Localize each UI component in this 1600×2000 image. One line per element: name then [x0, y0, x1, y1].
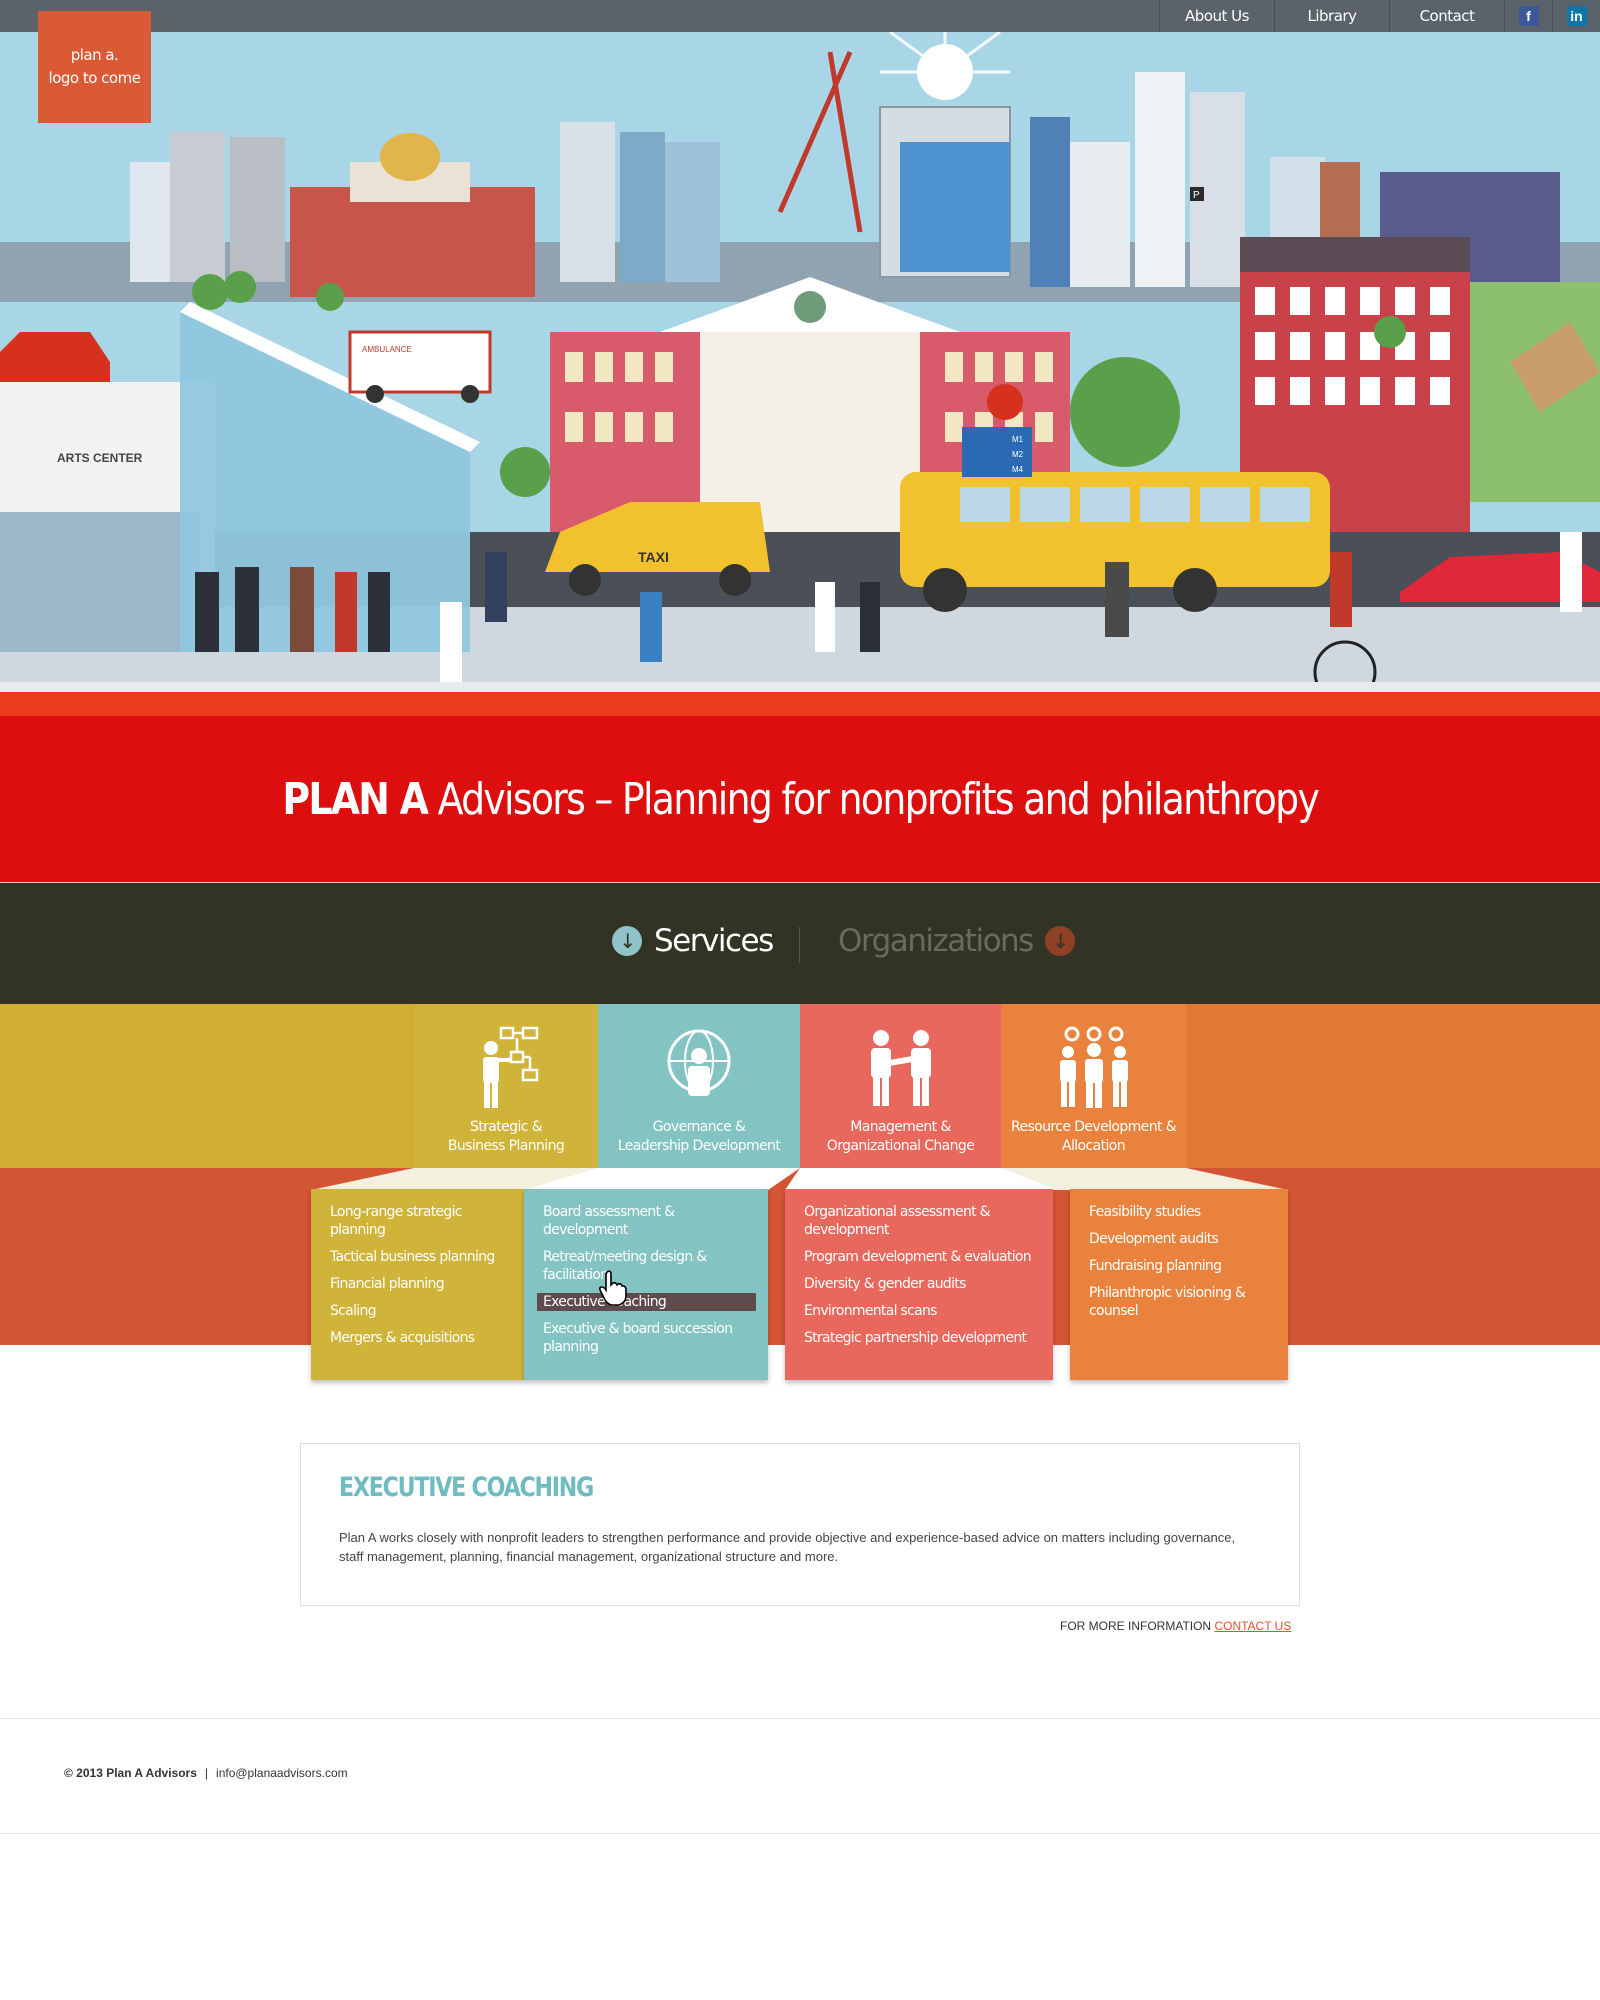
linkedin-link[interactable]: in: [1552, 0, 1600, 32]
flowchart-person-icon: [471, 1022, 541, 1114]
service-link[interactable]: Organizational assessment & development: [798, 1203, 1041, 1239]
service-link[interactable]: Long-range strategic planning: [324, 1203, 512, 1239]
category-label-line: Leadership Development: [617, 1138, 781, 1154]
panel-management-change: Organizational assessment & development …: [785, 1189, 1053, 1380]
category-label-line: Governance &: [652, 1119, 746, 1135]
hero-bus-route-m1: M1: [1012, 435, 1024, 444]
category-label-line: Strategic &: [469, 1119, 543, 1135]
globe-person-icon: [664, 1022, 734, 1114]
service-link[interactable]: Scaling: [324, 1302, 512, 1320]
footer-separator: |: [204, 1766, 209, 1780]
hand-cursor-icon: [598, 1270, 627, 1306]
arrow-down-icon: ↓: [612, 926, 642, 956]
service-link[interactable]: Diversity & gender audits: [798, 1275, 1041, 1293]
tab-organizations[interactable]: Organizations ↓: [838, 923, 1075, 959]
logo-line-1: plan a.: [70, 46, 119, 64]
category-resource-development[interactable]: Resource Development & Allocation: [1001, 1004, 1186, 1168]
hero-bus-route-m2: M2: [1012, 450, 1024, 459]
service-link[interactable]: Tactical business planning: [324, 1248, 512, 1266]
category-label: Resource Development & Allocation: [1010, 1118, 1177, 1156]
service-link[interactable]: Retreat/meeting design & facilitation: [537, 1248, 756, 1284]
tab-services-label: Services: [654, 923, 774, 959]
site-logo[interactable]: plan a. logo to come: [38, 11, 151, 123]
hero-bus-route-m4: M4: [1012, 465, 1024, 474]
service-link[interactable]: Strategic partnership development: [798, 1329, 1041, 1347]
category-governance-leadership[interactable]: Governance & Leadership Development: [598, 1004, 800, 1168]
nav-about-us[interactable]: About Us: [1159, 0, 1274, 32]
tagline-banner: PLAN A Advisors – Planning for nonprofit…: [0, 716, 1600, 882]
tab-organizations-label: Organizations: [838, 923, 1034, 959]
banner-top-strip: [0, 692, 1600, 716]
service-link[interactable]: Feasibility studies: [1083, 1203, 1276, 1221]
service-link[interactable]: Development audits: [1083, 1230, 1276, 1248]
category-label-line: Allocation: [1061, 1138, 1126, 1154]
footer-email-link[interactable]: info@planaadvisors.com: [216, 1766, 348, 1780]
service-link[interactable]: Philanthropic visioning & counsel: [1083, 1284, 1276, 1320]
category-management-change[interactable]: Management & Organizational Change: [800, 1004, 1001, 1168]
brand-tagline: Advisors – Planning for nonprofits and p…: [427, 773, 1319, 825]
top-nav-links: About Us Library Contact f in: [1159, 0, 1600, 32]
hero-arts-center-sign: ARTS CENTER: [57, 451, 143, 465]
section-tabs: ↓ Services Organizations ↓: [0, 882, 1600, 1004]
panel-resource-development: Feasibility studies Development audits F…: [1070, 1189, 1288, 1380]
hero-parking-sign: P: [1193, 190, 1200, 201]
category-label: Governance & Leadership Development: [617, 1118, 781, 1156]
page-title: PLAN A Advisors – Planning for nonprofit…: [282, 773, 1320, 825]
service-link[interactable]: Environmental scans: [798, 1302, 1041, 1320]
category-label-line: Resource Development &: [1010, 1119, 1177, 1135]
category-label-line: Business Planning: [447, 1138, 565, 1154]
nav-library[interactable]: Library: [1274, 0, 1389, 32]
tab-divider: [799, 927, 800, 963]
category-label: Management & Organizational Change: [826, 1118, 975, 1156]
more-info-line: FOR MORE INFORMATION CONTACT US: [1060, 1619, 1291, 1633]
category-label-line: Management &: [850, 1119, 951, 1135]
more-info-text: FOR MORE INFORMATION: [1060, 1619, 1215, 1633]
panel-strategic-planning: Long-range strategic planning Tactical b…: [311, 1189, 524, 1380]
tab-services[interactable]: ↓ Services: [612, 923, 774, 959]
service-link[interactable]: Mergers & acquisitions: [324, 1329, 512, 1347]
arrow-down-icon: ↓: [1044, 926, 1075, 956]
top-navigation-bar: About Us Library Contact f in: [0, 0, 1600, 32]
category-label-line: Organizational Change: [826, 1138, 975, 1154]
logo-line-2: logo to come: [48, 69, 141, 87]
linkedin-icon: in: [1566, 6, 1587, 26]
hero-city-illustration: ARTS CENTER AMBULANCE TAXI M1 M2 M4 P: [0, 32, 1600, 692]
panel-governance-leadership: Board assessment & development Retreat/m…: [524, 1189, 768, 1380]
service-detail-card: EXECUTIVE COACHING Plan A works closely …: [300, 1443, 1300, 1606]
handshake-icon: [865, 1022, 937, 1114]
brand-name: PLAN A: [282, 773, 429, 825]
service-link[interactable]: Program development & evaluation: [798, 1248, 1041, 1266]
hero-ambulance-label: AMBULANCE: [362, 345, 412, 354]
category-strategic-planning[interactable]: Strategic & Business Planning: [414, 1004, 598, 1168]
service-link-active[interactable]: Executive coaching: [537, 1293, 756, 1311]
footer: © 2013 Plan A Advisors | info@planaadvis…: [64, 1766, 348, 1780]
category-label: Strategic & Business Planning: [447, 1118, 565, 1156]
band-left-fill: [0, 1004, 414, 1168]
service-link[interactable]: Board assessment & development: [537, 1203, 756, 1239]
footer-divider-bottom: [0, 1833, 1600, 1834]
gears-people-icon: [1054, 1022, 1134, 1114]
service-link[interactable]: Financial planning: [324, 1275, 512, 1293]
facebook-icon: f: [1518, 6, 1539, 26]
band-right-fill: [1186, 1004, 1600, 1168]
footer-copyright: © 2013 Plan A Advisors: [64, 1766, 197, 1780]
hero-taxi-label: TAXI: [638, 549, 669, 565]
service-detail-body: Plan A works closely with nonprofit lead…: [339, 1530, 1236, 1564]
service-link[interactable]: Executive & board succession planning: [537, 1320, 756, 1356]
contact-us-link[interactable]: CONTACT US: [1214, 1619, 1291, 1633]
service-detail-title: EXECUTIVE COACHING: [339, 1472, 594, 1503]
facebook-link[interactable]: f: [1504, 0, 1552, 32]
footer-divider-top: [0, 1718, 1600, 1719]
nav-contact[interactable]: Contact: [1389, 0, 1504, 32]
service-link[interactable]: Fundraising planning: [1083, 1257, 1276, 1275]
